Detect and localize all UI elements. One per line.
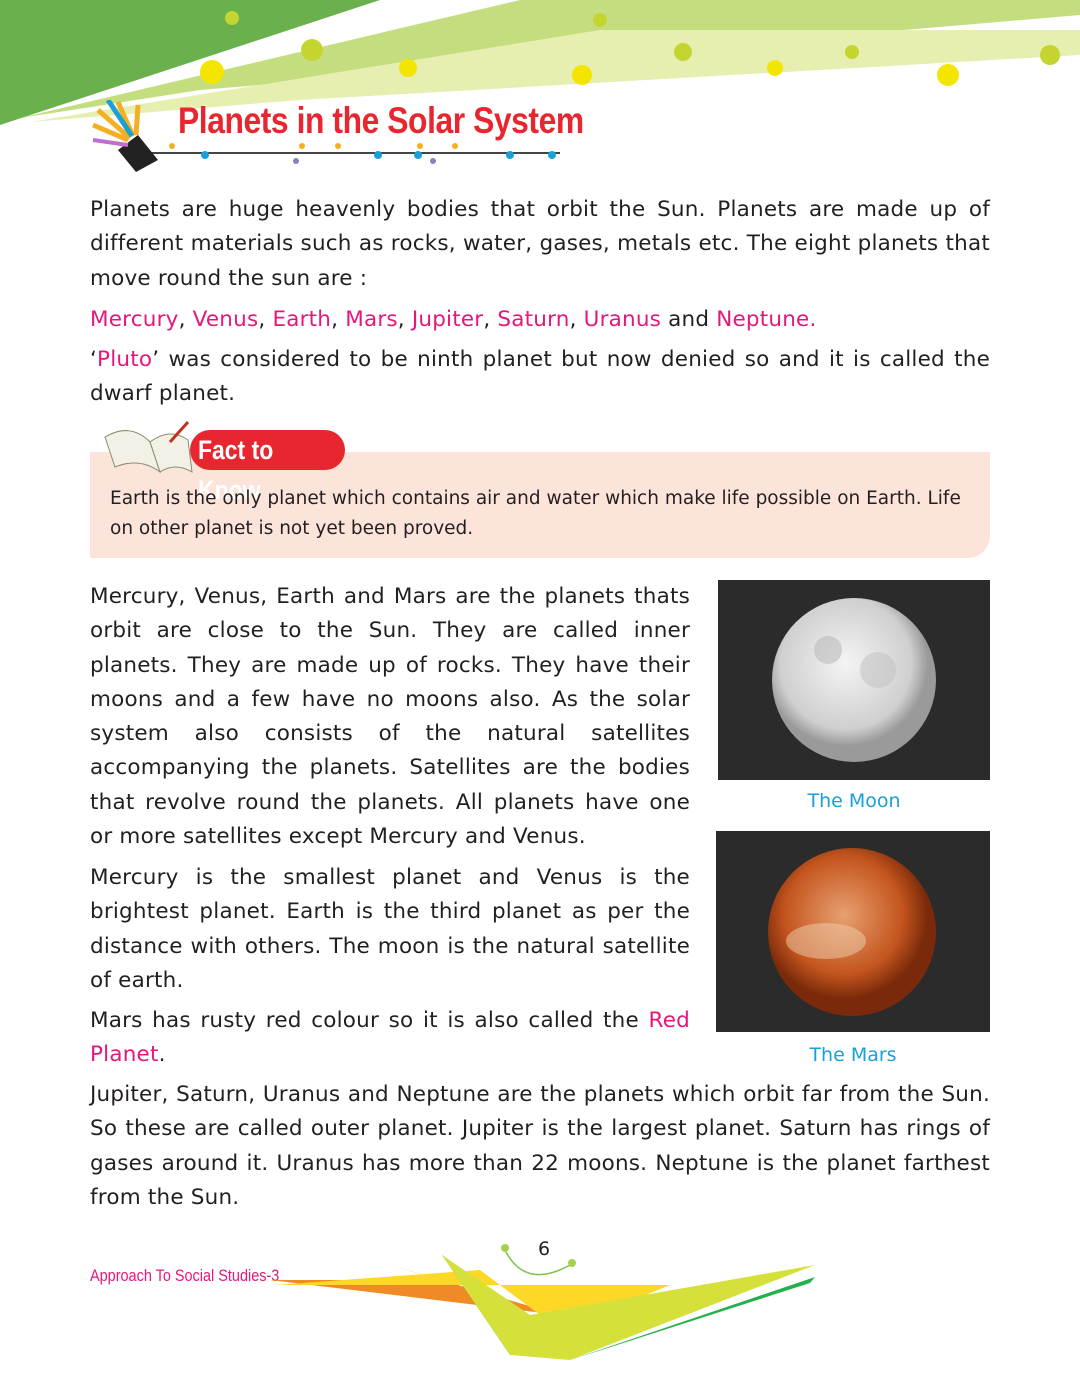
intro-paragraph: Planets are huge heavenly bodies that or… — [90, 197, 990, 291]
page-number: 6 — [538, 1238, 551, 1260]
planet-name: Uranus — [583, 307, 662, 332]
book-icon — [104, 420, 193, 474]
mars-paragraph: Mars has rusty red colour so it is also … — [90, 1004, 690, 1073]
fact-title: Fact to Know — [190, 430, 345, 505]
planet-list: Mercury, Venus, Earth, Mars, Jupiter, Sa… — [90, 307, 817, 332]
mars-image — [716, 831, 990, 1032]
period: . — [158, 1042, 166, 1068]
quote-mark: ‘ — [90, 347, 98, 372]
planet-name: Jupiter — [411, 307, 484, 332]
planet-name: Mars — [345, 307, 398, 332]
book-title: Approach To Social Studies-3 — [90, 1266, 280, 1285]
planet-name: Saturn — [497, 307, 570, 332]
pluto-text: ’ was considered to be ninth planet but … — [90, 347, 990, 407]
pluto-name: Pluto — [97, 347, 153, 372]
moon-caption: The Moon — [807, 790, 901, 812]
inner-planets-paragraph: Mercury, Venus, Earth and Mars are the p… — [90, 584, 690, 850]
fact-text: Earth is the only planet which contains … — [110, 488, 961, 539]
planet-name: Venus — [192, 307, 259, 332]
mercury-venus-paragraph: Mercury is the smallest planet and Venus… — [90, 865, 690, 993]
magic-hat-icon — [92, 100, 158, 172]
and-text: and — [661, 307, 717, 332]
page-title: Planets in the Solar System — [178, 100, 584, 141]
mars-text: Mars has rusty red colour so it is also … — [90, 1008, 649, 1033]
moon-image — [718, 580, 990, 780]
planet-name: Mercury — [90, 307, 179, 332]
planet-name: Earth — [272, 307, 332, 332]
mars-caption: The Mars — [809, 1044, 897, 1066]
planet-name: Neptune. — [716, 307, 817, 332]
outer-planets-paragraph: Jupiter, Saturn, Uranus and Neptune are … — [90, 1082, 990, 1210]
pluto-paragraph: ‘Pluto’ was considered to be ninth plane… — [90, 343, 990, 412]
